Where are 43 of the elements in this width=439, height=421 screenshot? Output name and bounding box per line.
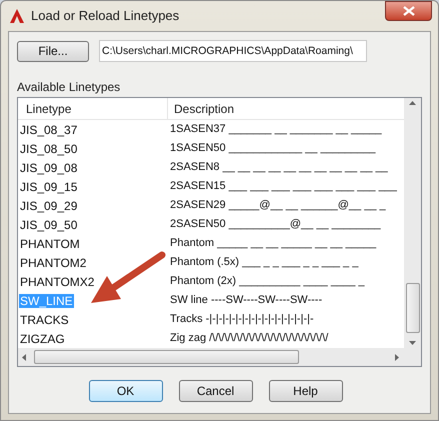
linetype-name[interactable]: PHANTOMX2 — [19, 274, 96, 288]
linetype-name[interactable]: ZIGZAG — [19, 332, 66, 346]
scroll-thumb[interactable] — [34, 350, 299, 364]
linetype-name[interactable]: JIS_09_08 — [19, 160, 78, 174]
dialog-button[interactable]: Help — [268, 380, 342, 402]
dialog-button[interactable]: OK — [88, 380, 162, 402]
linetype-name[interactable]: TRACKS — [19, 312, 70, 326]
horizontal-scrollbar[interactable] — [18, 348, 421, 366]
linetype-name[interactable]: JIS_09_29 — [19, 198, 78, 212]
linetype-description: 1SASEN50 ____________ __ _________ — [169, 141, 376, 156]
section-label: Available Linetypes — [17, 80, 120, 94]
scroll-right-icon — [395, 354, 399, 360]
linetype-description: 1SASEN37 _______ __ _______ __ _____ — [169, 122, 382, 138]
scroll-down-icon — [409, 341, 416, 345]
scroll-up-icon — [409, 101, 416, 105]
linetype-name[interactable]: JIS_09_15 — [19, 180, 78, 194]
file-button[interactable]: File... — [17, 40, 89, 62]
linetype-description: Phantom (.5x) ___ _ _ ___ _ _ ___ _ _ — [169, 255, 358, 270]
window-title: Load or Reload Linetypes — [31, 7, 180, 26]
linetype-description: 2SASEN8 __ __ __ __ __ __ __ __ __ __ __ — [169, 160, 388, 176]
linetype-description: Zig zag /\/\/\/\/\/\/\/\/\/\/\/\/\/\/\/\/\/\/\/ — [169, 331, 328, 346]
linetype-description: Tracks -|-|-|-|-|-|-|-|-|-|-|-|-|-|-|-|- — [169, 312, 314, 328]
linetype-description: 2SASEN15 ___ ___ ___ ___ ___ ___ ___ ___ — [169, 179, 397, 194]
column-header[interactable]: Description — [168, 98, 404, 119]
linetype-description: Phantom (2x) __________ ____ ____ _ — [169, 274, 364, 290]
linetype-name[interactable]: PHANTOM — [19, 236, 81, 250]
linetype-name[interactable]: PHANTOM2 — [19, 256, 88, 270]
scroll-thumb[interactable] — [406, 283, 420, 333]
close-button[interactable] — [385, 1, 432, 21]
logo-icon — [9, 8, 25, 24]
linetype-name[interactable]: JIS_08_37 — [19, 122, 78, 136]
linetype-name[interactable]: JIS_08_50 — [19, 142, 78, 156]
scroll-left-icon — [22, 354, 26, 360]
close-icon — [402, 6, 414, 16]
linetype-name[interactable]: JIS_09_50 — [19, 218, 78, 232]
linetype-description: Phantom _____ __ __ _____ __ __ _____ — [169, 236, 376, 252]
linetype-description: SW line ----SW----SW----SW---- — [169, 293, 322, 308]
dialog-button[interactable]: Cancel — [178, 380, 252, 402]
linetype-description: 2SASEN50 __________@__ __ ________ — [169, 217, 381, 232]
vertical-scrollbar[interactable] — [404, 98, 421, 348]
linetype-description: 2SASEN29 _____@__ __ ______@__ __ _ — [169, 198, 386, 214]
column-header[interactable]: Linetype — [18, 98, 168, 119]
path-field[interactable]: C:\Users\charl.MICROGRAPHICS\AppData\Roaming\ — [99, 40, 367, 62]
